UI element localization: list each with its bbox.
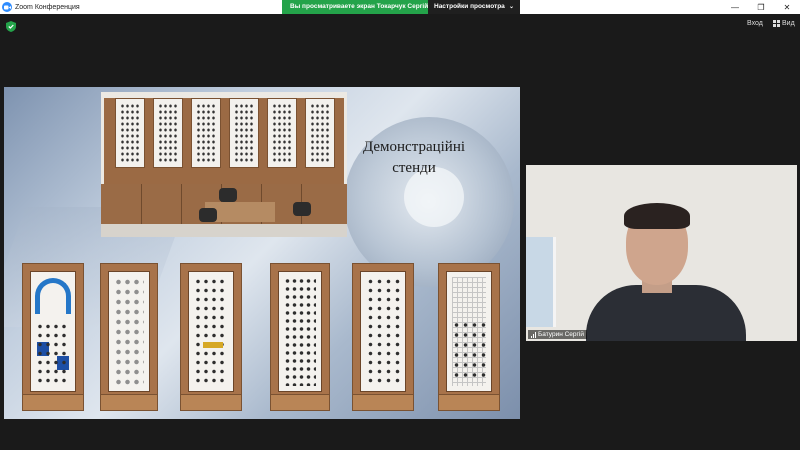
shield-icon[interactable]	[6, 21, 16, 32]
restore-button[interactable]: ❐	[748, 0, 774, 14]
slide-title-line2: стенди	[392, 160, 436, 176]
zoom-logo-icon	[2, 2, 12, 12]
stand-4	[270, 263, 330, 411]
chair	[219, 188, 237, 202]
slide-title: Демонстраційні стенди	[354, 137, 474, 179]
stand-2	[100, 263, 158, 411]
participant-name-tag: Батурин Сергій	[528, 330, 587, 339]
view-button[interactable]: Вид	[773, 20, 795, 27]
chevron-down-icon: ⌄	[508, 4, 514, 10]
stand-3	[180, 263, 242, 411]
room-photo	[101, 92, 347, 237]
participant-video[interactable]: Батурин Сергій	[526, 165, 797, 341]
chair	[199, 208, 217, 222]
mic-level-icon	[531, 331, 536, 338]
meeting-topbar: Вход Вид	[0, 14, 800, 38]
mini-stand	[267, 98, 297, 168]
mini-stand	[191, 98, 221, 168]
mini-stand	[115, 98, 145, 168]
view-label: Вид	[782, 20, 795, 27]
stand-6	[438, 263, 500, 411]
person-body	[586, 285, 746, 341]
participant-name: Батурин Сергій	[538, 331, 584, 338]
window-controls: — ❐ ✕	[722, 0, 800, 14]
mini-stand	[153, 98, 183, 168]
floor	[101, 224, 347, 237]
view-options-button[interactable]: Настройки просмотра ⌄	[428, 0, 520, 14]
enter-fullscreen-button[interactable]: Вход	[747, 20, 763, 27]
stand-5	[352, 263, 414, 411]
grid-icon	[773, 20, 780, 27]
window-titlebar: Zoom Конференция Вы просматриваете экран…	[0, 0, 800, 14]
slide-title-line1: Демонстраційні	[362, 139, 466, 155]
close-button[interactable]: ✕	[774, 0, 800, 14]
share-status-text: Вы просматриваете экран Токарчук Сергій	[282, 0, 428, 14]
screen-share-banner: Вы просматриваете экран Токарчук Сергій …	[282, 0, 520, 14]
shared-screen-slide: Демонстраційні стенди	[4, 87, 520, 419]
chair	[293, 202, 311, 216]
view-options-label: Настройки просмотра	[434, 3, 505, 10]
minimize-button[interactable]: —	[722, 0, 748, 14]
stand-1	[22, 263, 84, 411]
app-title: Zoom Конференция	[15, 3, 80, 11]
mini-stand	[305, 98, 335, 168]
mini-stand	[229, 98, 259, 168]
enter-label: Вход	[747, 20, 763, 27]
background-window	[526, 237, 556, 327]
